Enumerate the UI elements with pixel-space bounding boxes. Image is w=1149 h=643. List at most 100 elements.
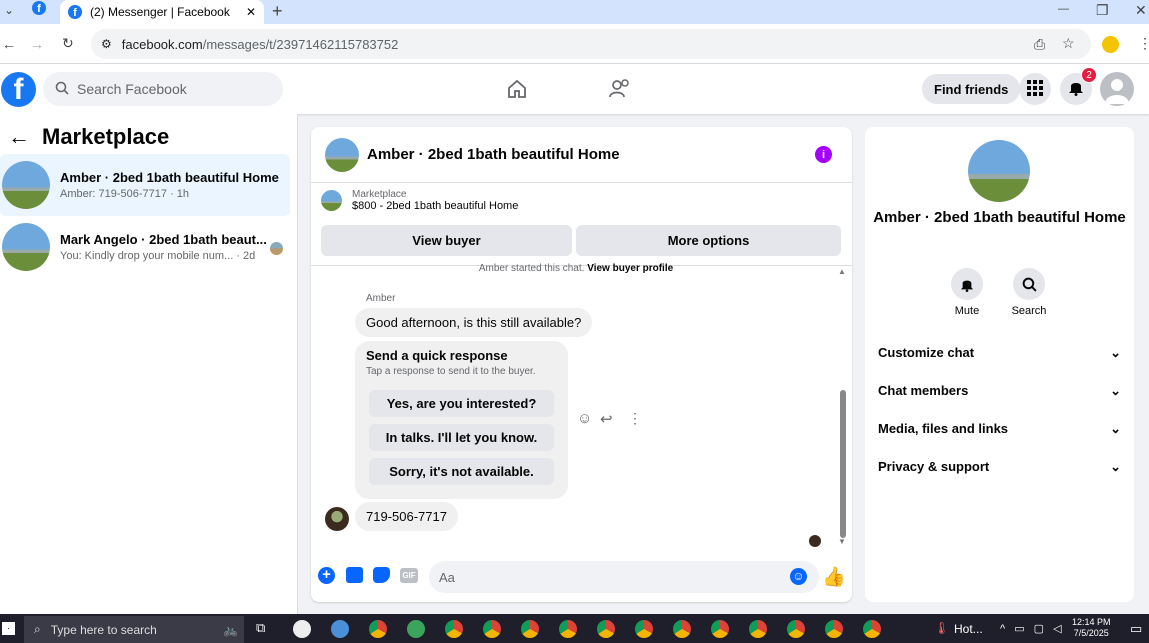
add-icon[interactable]: + bbox=[318, 567, 335, 584]
view-buyer-profile-link[interactable]: View buyer profile bbox=[587, 263, 673, 274]
back-arrow-icon[interactable]: ← bbox=[8, 124, 30, 150]
grid-icon bbox=[1027, 79, 1043, 99]
task-view-icon[interactable]: ⧉ bbox=[256, 620, 265, 636]
chrome-icon[interactable] bbox=[445, 620, 463, 638]
restore-icon[interactable]: ❐ bbox=[1096, 3, 1109, 17]
message-bubble[interactable]: Good afternoon, is this still available? bbox=[355, 308, 593, 337]
section-privacy-support[interactable]: Privacy & support ⌄ bbox=[878, 459, 1121, 475]
read-receipt-avatar bbox=[809, 535, 821, 547]
facebook-favicon-icon: f bbox=[68, 5, 82, 19]
taskbar-app-icon[interactable] bbox=[407, 620, 425, 638]
section-customize-chat[interactable]: Customize chat ⌄ bbox=[878, 345, 1121, 361]
notification-center-icon[interactable]: ▭ bbox=[1130, 621, 1142, 637]
taskbar-search[interactable]: ⌕ Type here to search 🚲 bbox=[24, 616, 244, 643]
react-emoji-icon[interactable]: ☺ bbox=[577, 410, 592, 427]
quick-response-title: Send a quick response bbox=[366, 348, 508, 363]
windows-start-icon[interactable] bbox=[2, 622, 15, 635]
chat-title[interactable]: Amber · 2bed 1bath beautiful Home bbox=[367, 146, 620, 163]
taskbar-app-icon[interactable] bbox=[293, 620, 311, 638]
conversation-item[interactable]: Amber · 2bed 1bath beautiful Home Amber:… bbox=[0, 154, 290, 216]
chrome-icon[interactable] bbox=[711, 620, 729, 638]
chat-start-notice: Amber started this chat. View buyer prof… bbox=[478, 263, 674, 274]
quick-reply-button[interactable]: Yes, are you interested? bbox=[369, 390, 554, 417]
weather-text[interactable]: Hot... bbox=[954, 622, 983, 636]
reply-icon[interactable]: ↩ bbox=[600, 410, 613, 428]
search-label: Search bbox=[1011, 305, 1047, 317]
back-icon[interactable]: ← bbox=[2, 37, 16, 51]
new-tab-icon[interactable]: + bbox=[272, 2, 283, 20]
chrome-icon[interactable] bbox=[673, 620, 691, 638]
friends-icon[interactable] bbox=[608, 78, 632, 103]
facebook-tab-icon[interactable]: f bbox=[32, 1, 46, 15]
chrome-icon[interactable] bbox=[597, 620, 615, 638]
account-avatar[interactable] bbox=[1100, 72, 1134, 106]
weather-icon[interactable]: 🌡 bbox=[934, 621, 949, 635]
quick-reply-button[interactable]: Sorry, it's not available. bbox=[369, 458, 554, 485]
taskbar-search-placeholder: Type here to search bbox=[50, 622, 157, 637]
conversation-name: Amber · 2bed 1bath beautiful Home bbox=[60, 170, 279, 185]
chrome-icon[interactable] bbox=[521, 620, 539, 638]
mute-button[interactable]: Mute bbox=[937, 268, 997, 317]
details-avatar[interactable] bbox=[968, 140, 1030, 202]
like-thumb-icon[interactable]: 👍 bbox=[822, 565, 846, 589]
sidebar-title: Marketplace bbox=[42, 124, 170, 149]
tab-close-icon[interactable]: ✕ bbox=[246, 5, 256, 19]
system-tray-icons[interactable]: ^ ▭ ▢ ◁ bbox=[1000, 622, 1065, 635]
url-field[interactable]: ⚙ facebook.com/messages/t/23971462115783… bbox=[91, 29, 1091, 59]
bell-icon bbox=[1068, 79, 1084, 99]
chrome-icon[interactable] bbox=[863, 620, 881, 638]
quick-reply-button[interactable]: In talks. I'll let you know. bbox=[369, 424, 554, 451]
more-actions-icon[interactable]: ⋮ bbox=[628, 410, 642, 427]
minimize-icon[interactable]: — bbox=[1058, 4, 1069, 15]
chat-avatar[interactable] bbox=[325, 137, 359, 172]
extension-icon[interactable] bbox=[1102, 36, 1119, 53]
bookmark-star-icon[interactable]: ☆ bbox=[1062, 36, 1075, 50]
find-friends-button[interactable]: Find friends bbox=[922, 74, 1021, 104]
listing-summary[interactable]: Marketplace $800 - 2bed 1bath beautiful … bbox=[321, 189, 518, 212]
facebook-logo[interactable]: f bbox=[1, 72, 36, 107]
scrollbar-thumb[interactable] bbox=[840, 390, 846, 538]
chrome-icon[interactable] bbox=[635, 620, 653, 638]
search-icon: ⌕ bbox=[34, 622, 41, 636]
emoji-icon[interactable]: ☺ bbox=[790, 568, 807, 585]
sidebar-header: ← Marketplace bbox=[8, 124, 169, 150]
facebook-search-input[interactable]: Search Facebook bbox=[43, 72, 283, 106]
section-chat-members[interactable]: Chat members ⌄ bbox=[878, 383, 1121, 399]
tab-list-chevron-icon[interactable]: ⌄ bbox=[4, 4, 14, 16]
install-app-icon[interactable]: ⎙ bbox=[1034, 37, 1045, 51]
home-icon[interactable] bbox=[506, 78, 528, 103]
chrome-icon[interactable] bbox=[787, 620, 805, 638]
menu-grid-button[interactable] bbox=[1019, 73, 1051, 105]
message-composer: + GIF Aa ☺ 👍 bbox=[311, 557, 852, 602]
photo-icon[interactable] bbox=[346, 567, 363, 583]
more-options-button[interactable]: More options bbox=[576, 225, 841, 256]
details-name: Amber · 2bed 1bath beautiful Home bbox=[873, 209, 1126, 226]
scroll-down-icon[interactable]: ▼ bbox=[838, 537, 846, 546]
chevron-down-icon: ⌄ bbox=[1110, 421, 1121, 436]
close-window-icon[interactable]: ✕ bbox=[1135, 3, 1147, 17]
view-buyer-button[interactable]: View buyer bbox=[321, 225, 572, 256]
chrome-icon[interactable] bbox=[369, 620, 387, 638]
conversation-item[interactable]: Mark Angelo · 2bed 1bath beaut... You: K… bbox=[0, 216, 290, 278]
taskbar-clock[interactable]: 12:14 PM 7/5/2025 bbox=[1072, 617, 1111, 639]
chrome-icon[interactable] bbox=[749, 620, 767, 638]
gif-icon[interactable]: GIF bbox=[400, 568, 418, 583]
info-icon[interactable]: i bbox=[815, 146, 832, 163]
taskbar-app-icon[interactable] bbox=[331, 620, 349, 638]
chrome-icon[interactable] bbox=[559, 620, 577, 638]
scroll-up-icon[interactable]: ▲ bbox=[838, 267, 846, 276]
search-in-chat-button[interactable]: Search bbox=[999, 268, 1059, 317]
chat-header: Amber · 2bed 1bath beautiful Home bbox=[311, 127, 852, 183]
forward-icon[interactable]: → bbox=[30, 37, 44, 51]
chrome-icon[interactable] bbox=[825, 620, 843, 638]
message-input[interactable]: Aa bbox=[429, 561, 819, 593]
address-bar-row: ← → ↻ ⚙ facebook.com/messages/t/23971462… bbox=[0, 24, 1149, 64]
browser-menu-icon[interactable]: ⋮ bbox=[1138, 36, 1149, 50]
browser-tab-messenger[interactable]: f (2) Messenger | Facebook ✕ bbox=[60, 0, 264, 24]
site-settings-icon[interactable]: ⚙ bbox=[101, 37, 112, 51]
message-bubble[interactable]: 719-506-7717 bbox=[355, 502, 458, 531]
reload-icon[interactable]: ↻ bbox=[62, 36, 74, 50]
sticker-icon[interactable] bbox=[373, 567, 390, 583]
section-media-files-links[interactable]: Media, files and links ⌄ bbox=[878, 421, 1121, 437]
chrome-icon[interactable] bbox=[483, 620, 501, 638]
